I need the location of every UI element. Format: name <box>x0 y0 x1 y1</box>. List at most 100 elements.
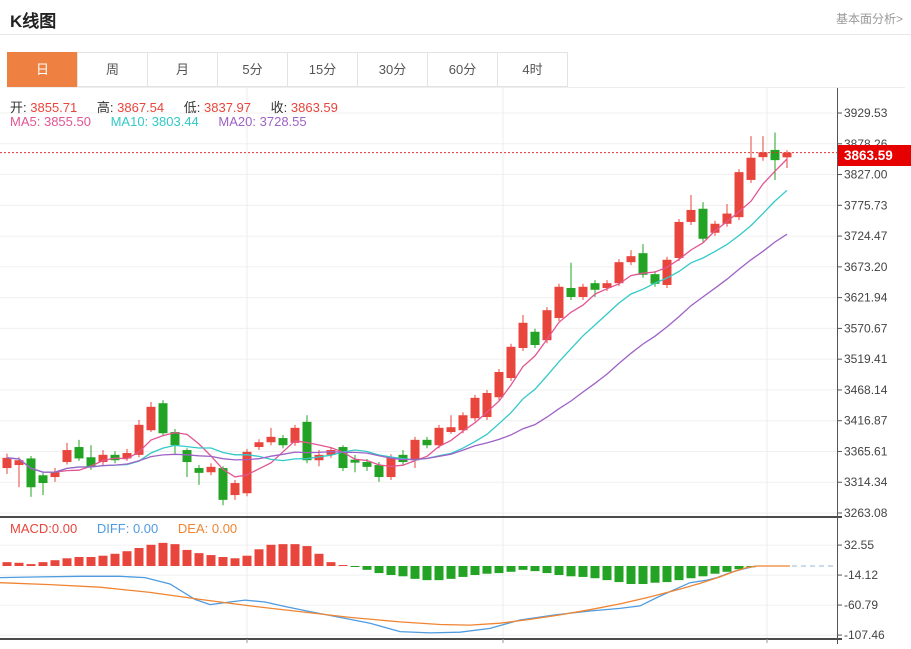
macd-bar-positive <box>327 562 336 566</box>
dea-label: DEA: <box>178 521 208 536</box>
macd-bar-positive <box>147 545 156 566</box>
macd-bar-positive <box>339 565 348 566</box>
macd-bar-positive <box>111 554 120 566</box>
fundamental-analysis-link[interactable]: 基本面分析> <box>836 10 903 27</box>
macd-label: MACD: <box>10 521 52 536</box>
tab-5分[interactable]: 5分 <box>217 52 288 87</box>
macd-bar-positive <box>99 556 108 566</box>
svg-text:3673.20: 3673.20 <box>844 260 888 274</box>
chart-canvas[interactable]: 3929.533878.263827.003775.733724.473673.… <box>0 88 911 649</box>
candle-up <box>735 172 744 217</box>
macd-bar-negative <box>723 566 732 572</box>
ma10-value: 3803.44 <box>152 114 199 129</box>
candle-up <box>519 323 528 348</box>
timeframe-tabs: 日周月5分15分30分60分4时 <box>7 52 905 88</box>
macd-bar-negative <box>471 566 480 575</box>
candle-up <box>135 425 144 455</box>
macd-bar-negative <box>447 566 456 579</box>
svg-text:3724.47: 3724.47 <box>844 229 888 243</box>
candle-up <box>507 347 516 378</box>
candle-down <box>75 447 84 458</box>
tab-15分[interactable]: 15分 <box>287 52 358 87</box>
open-label: 开: <box>10 100 27 115</box>
ma5-label: MA5: <box>10 114 40 129</box>
page-title: K线图 <box>10 7 56 32</box>
svg-text:3519.41: 3519.41 <box>844 352 888 366</box>
macd-bar-positive <box>39 562 48 566</box>
macd-bar-negative <box>363 566 372 570</box>
close-label: 收: <box>271 100 288 115</box>
header-divider <box>0 34 911 35</box>
tab-60分[interactable]: 60分 <box>427 52 498 87</box>
tab-月[interactable]: 月 <box>147 52 218 87</box>
candlestick-layer <box>3 133 792 506</box>
tab-日[interactable]: 日 <box>7 52 78 87</box>
candle-up <box>243 452 252 493</box>
macd-bar-negative <box>423 566 432 580</box>
macd-bar-negative <box>603 566 612 580</box>
macd-bar-positive <box>123 551 132 566</box>
candle-up <box>579 287 588 297</box>
ma20-value: 3728.55 <box>260 114 307 129</box>
macd-bar-negative <box>615 566 624 582</box>
candle-up <box>447 427 456 432</box>
candle-down <box>771 150 780 160</box>
diff-label: DIFF: <box>97 521 130 536</box>
svg-text:3827.00: 3827.00 <box>844 168 888 182</box>
macd-bar-positive <box>303 546 312 566</box>
candle-up <box>615 262 624 283</box>
ma-readout: MA5: 3855.50 MA10: 3803.44 MA20: 3728.55 <box>10 114 323 129</box>
svg-text:3468.14: 3468.14 <box>844 383 888 397</box>
macd-bar-positive <box>219 557 228 566</box>
svg-text:3929.53: 3929.53 <box>844 106 888 120</box>
macd-bar-negative <box>519 566 528 570</box>
macd-bar-negative <box>507 566 516 572</box>
candle-down <box>423 440 432 445</box>
ma20-label: MA20: <box>218 114 256 129</box>
svg-text:3263.08: 3263.08 <box>844 506 888 520</box>
candle-down <box>339 447 348 468</box>
candle-up <box>207 467 216 472</box>
candle-up <box>231 483 240 495</box>
macd-bar-negative <box>495 566 504 573</box>
macd-bar-negative <box>435 566 444 580</box>
tab-4时[interactable]: 4时 <box>497 52 568 87</box>
macd-bar-positive <box>171 544 180 566</box>
candle-up <box>687 210 696 222</box>
macd-bar-positive <box>207 555 216 566</box>
ma10-label: MA10: <box>111 114 149 129</box>
macd-bar-negative <box>531 566 540 571</box>
macd-bar-negative <box>399 566 408 576</box>
candle-up <box>147 407 156 430</box>
candle-up <box>435 428 444 445</box>
ma5-line <box>7 159 787 477</box>
candle-down <box>303 422 312 460</box>
svg-text:-60.79: -60.79 <box>844 598 878 612</box>
candle-down <box>183 450 192 462</box>
macd-bar-negative <box>555 566 564 575</box>
macd-readout: MACD:0.00 DIFF: 0.00 DEA: 0.00 <box>10 521 253 536</box>
high-value: 3867.54 <box>117 100 164 115</box>
svg-text:3314.34: 3314.34 <box>844 475 888 489</box>
candle-down <box>531 332 540 345</box>
macd-bar-negative <box>543 566 552 573</box>
tab-周[interactable]: 周 <box>77 52 148 87</box>
macd-bar-positive <box>195 553 204 566</box>
candle-up <box>471 398 480 418</box>
macd-bar-negative <box>591 566 600 578</box>
macd-value: 0.00 <box>52 521 77 536</box>
macd-bar-positive <box>27 564 36 566</box>
candle-up <box>495 372 504 397</box>
dea-value: 0.00 <box>212 521 237 536</box>
svg-text:32.55: 32.55 <box>844 538 874 552</box>
macd-bar-positive <box>3 562 12 566</box>
candle-up <box>555 287 564 318</box>
svg-text:-107.46: -107.46 <box>844 628 885 642</box>
tab-30分[interactable]: 30分 <box>357 52 428 87</box>
close-value: 3863.59 <box>291 100 338 115</box>
svg-text:3570.67: 3570.67 <box>844 321 888 335</box>
svg-text:3621.94: 3621.94 <box>844 291 888 305</box>
candle-down <box>567 288 576 297</box>
macd-bar-positive <box>135 548 144 566</box>
svg-text:3365.61: 3365.61 <box>844 444 888 458</box>
